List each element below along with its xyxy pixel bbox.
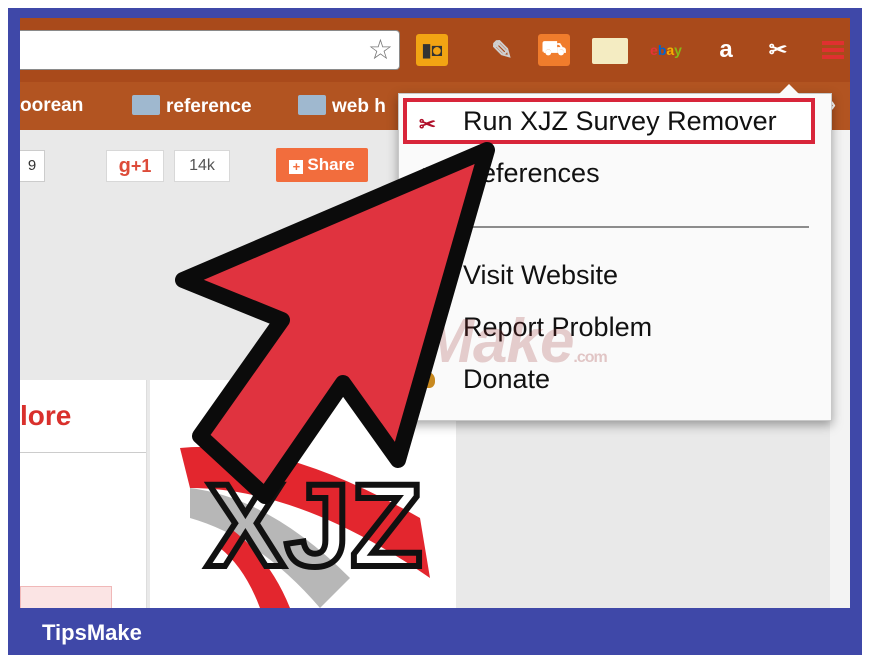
pointer-arrow <box>175 142 495 504</box>
footer-banner: TipsMake <box>8 608 862 655</box>
overlay-graphics: XJZ <box>175 142 495 608</box>
image-frame: ☆ ▮◘ ✎ ⛟ ebay a ✂ oorean reference web h… <box>8 8 862 655</box>
browser-screenshot: ☆ ▮◘ ✎ ⛟ ebay a ✂ oorean reference web h… <box>20 18 850 608</box>
brand-label: TipsMake <box>42 620 142 645</box>
